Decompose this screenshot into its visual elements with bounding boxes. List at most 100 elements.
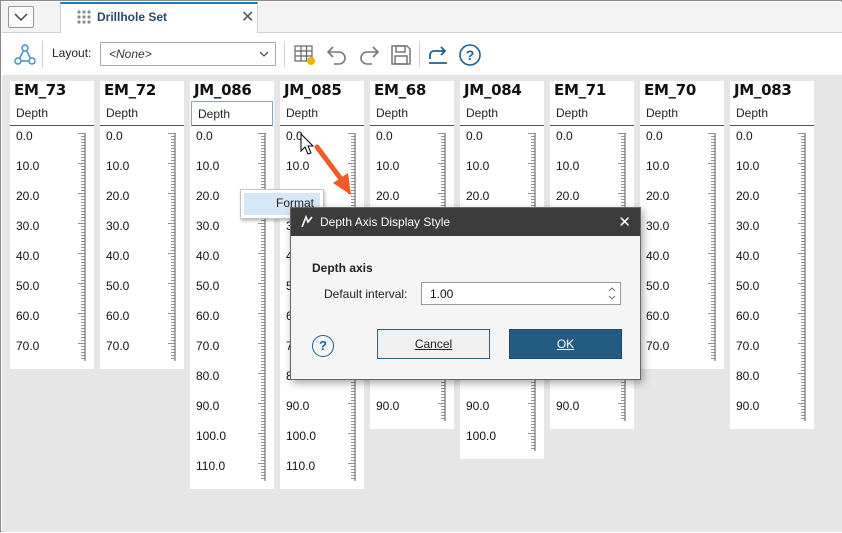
depth-column-header[interactable]: Depth bbox=[191, 101, 273, 126]
undo-icon[interactable] bbox=[324, 42, 350, 68]
drillhole-log-em-73[interactable]: EM_73 Depth 0.0 10.0 20.0 30.0 40.0 50.0 60.0 70.… bbox=[10, 81, 94, 369]
depth-tick-label: 100.0 bbox=[466, 429, 497, 443]
depth-tick-label: 0.0 bbox=[286, 129, 303, 143]
log-title: EM_71 bbox=[554, 81, 607, 99]
depth-column-label: Depth bbox=[736, 106, 769, 120]
interval-spinbox[interactable]: 1.00 bbox=[421, 282, 621, 305]
close-icon[interactable]: ✕ bbox=[241, 7, 254, 27]
close-icon[interactable]: ✕ bbox=[618, 213, 631, 231]
drillhole-log-jm-086[interactable]: JM_086 Depth 0.0 10.0 20.0 30.0 40.0 50.0 60.0 70… bbox=[190, 81, 274, 489]
depth-tick-label: 10.0 bbox=[556, 159, 580, 173]
depth-tick-label: 60.0 bbox=[736, 309, 760, 323]
redo-icon[interactable] bbox=[356, 42, 382, 68]
depth-tick-label: 90.0 bbox=[196, 399, 220, 413]
depth-tick-label: 50.0 bbox=[646, 279, 670, 293]
depth-tick-label: 70.0 bbox=[106, 339, 130, 353]
tab-list-dropdown[interactable] bbox=[8, 6, 34, 28]
drillhole-log-jm-083[interactable]: JM_083 Depth 0.0 10.0 20.0 30.0 40.0 50.0 60.0 70… bbox=[730, 81, 814, 429]
app-logo-icon bbox=[301, 215, 313, 228]
help-icon[interactable]: ? bbox=[457, 42, 483, 68]
depth-tick-label: 70.0 bbox=[16, 339, 40, 353]
depth-tick-label: 20.0 bbox=[736, 189, 760, 203]
toolbar-separator bbox=[284, 41, 285, 67]
depth-column-label: Depth bbox=[556, 106, 589, 120]
depth-tick-label: 30.0 bbox=[736, 219, 760, 233]
graph-nodes-icon[interactable] bbox=[12, 42, 38, 68]
depth-ruler bbox=[168, 133, 176, 361]
depth-axis-dialog: Depth Axis Display Style ✕ Depth axis De… bbox=[290, 207, 641, 380]
log-title: EM_70 bbox=[644, 81, 697, 99]
depth-tick-label: 0.0 bbox=[466, 129, 483, 143]
depth-tick-label: 20.0 bbox=[16, 189, 40, 203]
depth-column-header[interactable]: Depth bbox=[730, 101, 814, 126]
save-icon[interactable] bbox=[388, 42, 414, 68]
drillhole-log-em-72[interactable]: EM_72 Depth 0.0 10.0 20.0 30.0 40.0 50.0 60.0 70.… bbox=[100, 81, 184, 369]
depth-column-label: Depth bbox=[466, 106, 499, 120]
depth-tick-label: 70.0 bbox=[736, 339, 760, 353]
depth-tick-label: 10.0 bbox=[466, 159, 490, 173]
depth-tick-label: 0.0 bbox=[646, 129, 663, 143]
depth-tick-label: 40.0 bbox=[646, 249, 670, 263]
interval-label: Default interval: bbox=[324, 287, 408, 301]
drillhole-log-em-70[interactable]: EM_70 Depth 0.0 10.0 20.0 30.0 40.0 50.0 60.0 70.… bbox=[640, 81, 724, 369]
log-title: JM_085 bbox=[284, 81, 342, 99]
depth-column-header[interactable]: Depth bbox=[460, 101, 544, 126]
chevron-down-icon bbox=[14, 13, 28, 22]
toolbar-separator bbox=[419, 41, 420, 67]
depth-column-label: Depth bbox=[198, 107, 231, 121]
cancel-button[interactable]: Cancel bbox=[377, 329, 490, 359]
depth-tick-label: 50.0 bbox=[196, 279, 220, 293]
depth-tick-label: 20.0 bbox=[376, 189, 400, 203]
depth-tick-label: 10.0 bbox=[286, 159, 310, 173]
svg-text:?: ? bbox=[466, 47, 475, 63]
depth-tick-label: 10.0 bbox=[646, 159, 670, 173]
depth-column-label: Depth bbox=[376, 106, 409, 120]
depth-tick-label: 40.0 bbox=[196, 249, 220, 263]
depth-column-header[interactable]: Depth bbox=[550, 101, 634, 126]
depth-tick-label: 100.0 bbox=[286, 429, 317, 443]
depth-column-header[interactable]: Depth bbox=[10, 101, 94, 126]
depth-tick-label: 40.0 bbox=[16, 249, 40, 263]
export-icon[interactable] bbox=[425, 42, 451, 68]
log-title: JM_086 bbox=[194, 81, 252, 99]
depth-tick-label: 20.0 bbox=[466, 189, 490, 203]
depth-tick-label: 90.0 bbox=[466, 399, 490, 413]
app-window: Drillhole Set ✕ Layout: <None> ? EM_73 D… bbox=[0, 0, 842, 532]
depth-tick-label: 100.0 bbox=[196, 429, 227, 443]
table-settings-icon[interactable] bbox=[292, 42, 318, 68]
interval-value: 1.00 bbox=[430, 287, 454, 301]
depth-tick-label: 90.0 bbox=[736, 399, 760, 413]
depth-tick-label: 90.0 bbox=[286, 399, 310, 413]
toolbar: Layout: <None> ? bbox=[2, 33, 842, 75]
depth-tick-label: 30.0 bbox=[16, 219, 40, 233]
depth-tick-label: 40.0 bbox=[106, 249, 130, 263]
depth-column-header[interactable]: Depth bbox=[370, 101, 454, 126]
depth-tick-label: 10.0 bbox=[376, 159, 400, 173]
layout-select[interactable]: <None> bbox=[100, 42, 276, 66]
drillhole-set-icon bbox=[77, 10, 91, 24]
spin-arrows-icon[interactable] bbox=[608, 286, 616, 301]
depth-tick-label: 0.0 bbox=[556, 129, 573, 143]
help-icon[interactable]: ? bbox=[312, 335, 334, 357]
depth-tick-label: 110.0 bbox=[196, 459, 226, 473]
section-heading: Depth axis bbox=[312, 261, 373, 275]
depth-tick-label: 20.0 bbox=[196, 189, 220, 203]
depth-tick-label: 0.0 bbox=[736, 129, 753, 143]
depth-ruler bbox=[78, 133, 86, 361]
cancel-button-label: Cancel bbox=[414, 337, 453, 351]
depth-tick-label: 0.0 bbox=[196, 129, 213, 143]
depth-tick-label: 10.0 bbox=[196, 159, 220, 173]
dialog-title-bar: Depth Axis Display Style ✕ bbox=[291, 208, 640, 236]
depth-tick-label: 50.0 bbox=[106, 279, 130, 293]
toolbar-separator bbox=[42, 41, 43, 67]
depth-tick-label: 0.0 bbox=[106, 129, 123, 143]
depth-column-header[interactable]: Depth bbox=[640, 101, 724, 126]
ok-button[interactable]: OK bbox=[509, 329, 622, 359]
depth-column-header[interactable]: Depth bbox=[100, 101, 184, 126]
depth-tick-label: 20.0 bbox=[646, 189, 670, 203]
ok-button-label: OK bbox=[556, 337, 575, 351]
depth-tick-label: 110.0 bbox=[286, 459, 316, 473]
tab-drillhole-set[interactable]: Drillhole Set ✕ bbox=[60, 2, 258, 34]
depth-tick-label: 30.0 bbox=[106, 219, 130, 233]
depth-column-header[interactable]: Depth bbox=[280, 101, 364, 126]
